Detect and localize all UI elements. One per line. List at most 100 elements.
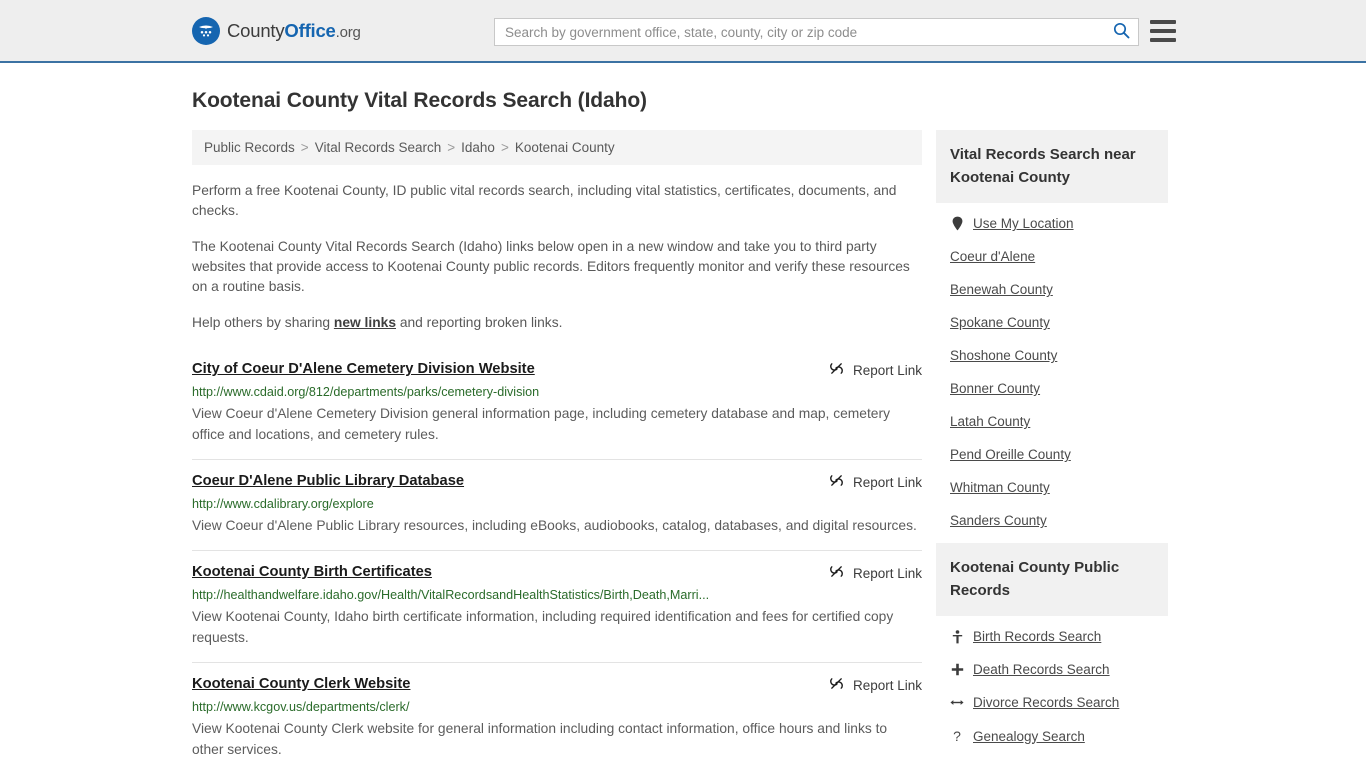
breadcrumb-item-vital-records-search[interactable]: Vital Records Search bbox=[315, 140, 442, 155]
intro-paragraph-1: Perform a free Kootenai County, ID publi… bbox=[192, 183, 897, 218]
question-mark-icon: ? bbox=[953, 728, 961, 744]
result-title-link[interactable]: Coeur D'Alene Public Library Database bbox=[192, 473, 464, 489]
intro-text-after-link: and reporting broken links. bbox=[396, 315, 563, 330]
sidebar-link-label[interactable]: Shoshone County bbox=[950, 348, 1057, 363]
sidebar-link-label[interactable]: Pend Oreille County bbox=[950, 447, 1071, 462]
result-description: View Kootenai County, Idaho birth certif… bbox=[192, 609, 894, 645]
result-url[interactable]: http://www.cdaid.org/812/departments/par… bbox=[192, 385, 922, 399]
breadcrumb-item-kootenai-county[interactable]: Kootenai County bbox=[515, 140, 615, 155]
broken-link-icon bbox=[829, 473, 844, 491]
result-item: Kootenai County Birth Certificates Repor… bbox=[192, 550, 922, 662]
result-url[interactable]: http://www.cdalibrary.org/explore bbox=[192, 497, 922, 511]
report-link-button[interactable]: Report Link bbox=[829, 676, 922, 694]
sidebar-item-latah-county[interactable]: Latah County bbox=[950, 405, 1168, 438]
intro-paragraph-3: Help others by sharing new links and rep… bbox=[192, 313, 922, 333]
logo-wordmark: CountyOffice.org bbox=[227, 20, 361, 42]
report-link-button[interactable]: Report Link bbox=[829, 473, 922, 491]
report-link-button[interactable]: Report Link bbox=[829, 564, 922, 582]
sidebar-item-death-records-search[interactable]: Death Records Search bbox=[950, 653, 1168, 686]
result-header: Coeur D'Alene Public Library Database Re… bbox=[192, 473, 922, 491]
result-title-link[interactable]: Kootenai County Clerk Website bbox=[192, 676, 410, 692]
search-input[interactable] bbox=[495, 19, 1104, 45]
hamburger-menu-icon[interactable] bbox=[1150, 20, 1176, 42]
page-title: Kootenai County Vital Records Search (Id… bbox=[192, 89, 647, 112]
result-title-link[interactable]: City of Coeur D'Alene Cemetery Division … bbox=[192, 361, 535, 377]
intro-paragraph-2: The Kootenai County Vital Records Search… bbox=[192, 239, 910, 294]
result-header: City of Coeur D'Alene Cemetery Division … bbox=[192, 361, 922, 379]
sidebar-item-shoshone-county[interactable]: Shoshone County bbox=[950, 339, 1168, 372]
sidebar-link-label[interactable]: Divorce Records Search bbox=[973, 695, 1119, 710]
broken-link-icon bbox=[829, 564, 844, 582]
result-header: Kootenai County Birth Certificates Repor… bbox=[192, 564, 922, 582]
result-title-link[interactable]: Kootenai County Birth Certificates bbox=[192, 564, 432, 580]
sidebar: Vital Records Search near Kootenai Count… bbox=[936, 130, 1168, 759]
result-item: Kootenai County Clerk Website Report Lin… bbox=[192, 662, 922, 768]
sidebar-link-label[interactable]: Death Records Search bbox=[973, 662, 1110, 677]
breadcrumb: Public Records > Vital Records Search > … bbox=[192, 130, 922, 165]
result-item: Coeur D'Alene Public Library Database Re… bbox=[192, 459, 922, 550]
sidebar-item-use-my-location[interactable]: Use My Location bbox=[950, 207, 1168, 240]
plus-cross-icon bbox=[950, 663, 964, 676]
broken-link-icon bbox=[829, 676, 844, 694]
result-description: View Coeur d'Alene Cemetery Division gen… bbox=[192, 406, 890, 442]
logo-text-office: Office bbox=[284, 19, 336, 41]
sidebar-link-label[interactable]: Coeur d'Alene bbox=[950, 249, 1035, 264]
logo-text-county: County bbox=[227, 19, 285, 41]
sidebar-link-label[interactable]: Whitman County bbox=[950, 480, 1050, 495]
sidebar-link-label[interactable]: Genealogy Search bbox=[973, 729, 1085, 744]
sidebar-item-benewah-county[interactable]: Benewah County bbox=[950, 273, 1168, 306]
sidebar-item-divorce-records-search[interactable]: Divorce Records Search bbox=[950, 686, 1168, 719]
result-description: View Coeur d'Alene Public Library resour… bbox=[192, 518, 917, 533]
sidebar-item-coeur-dalene[interactable]: Coeur d'Alene bbox=[950, 240, 1168, 273]
eagle-shield-icon bbox=[192, 16, 220, 45]
result-url[interactable]: http://www.kcgov.us/departments/clerk/ bbox=[192, 700, 922, 714]
report-link-label: Report Link bbox=[852, 362, 922, 378]
result-url[interactable]: http://healthandwelfare.idaho.gov/Health… bbox=[192, 588, 922, 602]
map-pin-icon bbox=[950, 216, 964, 231]
breadcrumb-separator: > bbox=[300, 140, 309, 155]
site-logo[interactable]: CountyOffice.org bbox=[192, 16, 361, 45]
breadcrumb-separator: > bbox=[447, 140, 456, 155]
content-columns: Public Records > Vital Records Search > … bbox=[192, 130, 1174, 768]
breadcrumb-separator: > bbox=[500, 140, 509, 155]
result-header: Kootenai County Clerk Website Report Lin… bbox=[192, 676, 922, 694]
new-links-link[interactable]: new links bbox=[334, 315, 396, 330]
sidebar-item-pend-oreille-county[interactable]: Pend Oreille County bbox=[950, 438, 1168, 471]
public-records-panel-heading: Kootenai County Public Records bbox=[936, 543, 1168, 616]
main-content: Public Records > Vital Records Search > … bbox=[192, 130, 922, 768]
breadcrumb-item-idaho[interactable]: Idaho bbox=[461, 140, 495, 155]
nearby-panel-list: Use My Location Coeur d'Alene Benewah Co… bbox=[936, 203, 1168, 537]
report-link-label: Report Link bbox=[852, 474, 922, 490]
sidebar-link-label[interactable]: Latah County bbox=[950, 414, 1030, 429]
left-right-arrow-icon bbox=[950, 697, 964, 708]
search-icon bbox=[1113, 22, 1130, 42]
sidebar-link-label[interactable]: Use My Location bbox=[973, 216, 1074, 231]
sidebar-link-label[interactable]: Spokane County bbox=[950, 315, 1050, 330]
result-item: City of Coeur D'Alene Cemetery Division … bbox=[192, 357, 922, 459]
public-records-panel: Kootenai County Public Records Birth Rec… bbox=[936, 543, 1168, 753]
sidebar-item-bonner-county[interactable]: Bonner County bbox=[950, 372, 1168, 405]
sidebar-link-label[interactable]: Bonner County bbox=[950, 381, 1040, 396]
site-header: CountyOffice.org bbox=[0, 0, 1366, 63]
result-description: View Kootenai County Clerk website for g… bbox=[192, 721, 888, 757]
report-link-button[interactable]: Report Link bbox=[829, 361, 922, 379]
report-link-label: Report Link bbox=[852, 677, 922, 693]
intro-text-before-link: Help others by sharing bbox=[192, 315, 334, 330]
sidebar-item-whitman-county[interactable]: Whitman County bbox=[950, 471, 1168, 504]
search-bar bbox=[494, 18, 1139, 46]
sidebar-item-spokane-county[interactable]: Spokane County bbox=[950, 306, 1168, 339]
results-list: City of Coeur D'Alene Cemetery Division … bbox=[192, 357, 922, 768]
logo-text-org: .org bbox=[335, 23, 361, 41]
breadcrumb-item-public-records[interactable]: Public Records bbox=[204, 140, 295, 155]
nearby-panel-heading: Vital Records Search near Kootenai Count… bbox=[936, 130, 1168, 203]
baby-icon bbox=[950, 629, 964, 644]
sidebar-link-label[interactable]: Benewah County bbox=[950, 282, 1053, 297]
sidebar-link-label[interactable]: Birth Records Search bbox=[973, 629, 1101, 644]
intro-text: Perform a free Kootenai County, ID publi… bbox=[192, 181, 922, 333]
sidebar-item-birth-records-search[interactable]: Birth Records Search bbox=[950, 620, 1168, 653]
sidebar-item-genealogy-search[interactable]: ? Genealogy Search bbox=[950, 719, 1168, 753]
sidebar-item-sanders-county[interactable]: Sanders County bbox=[950, 504, 1168, 537]
broken-link-icon bbox=[829, 361, 844, 379]
sidebar-link-label[interactable]: Sanders County bbox=[950, 513, 1047, 528]
search-button[interactable] bbox=[1104, 19, 1138, 45]
